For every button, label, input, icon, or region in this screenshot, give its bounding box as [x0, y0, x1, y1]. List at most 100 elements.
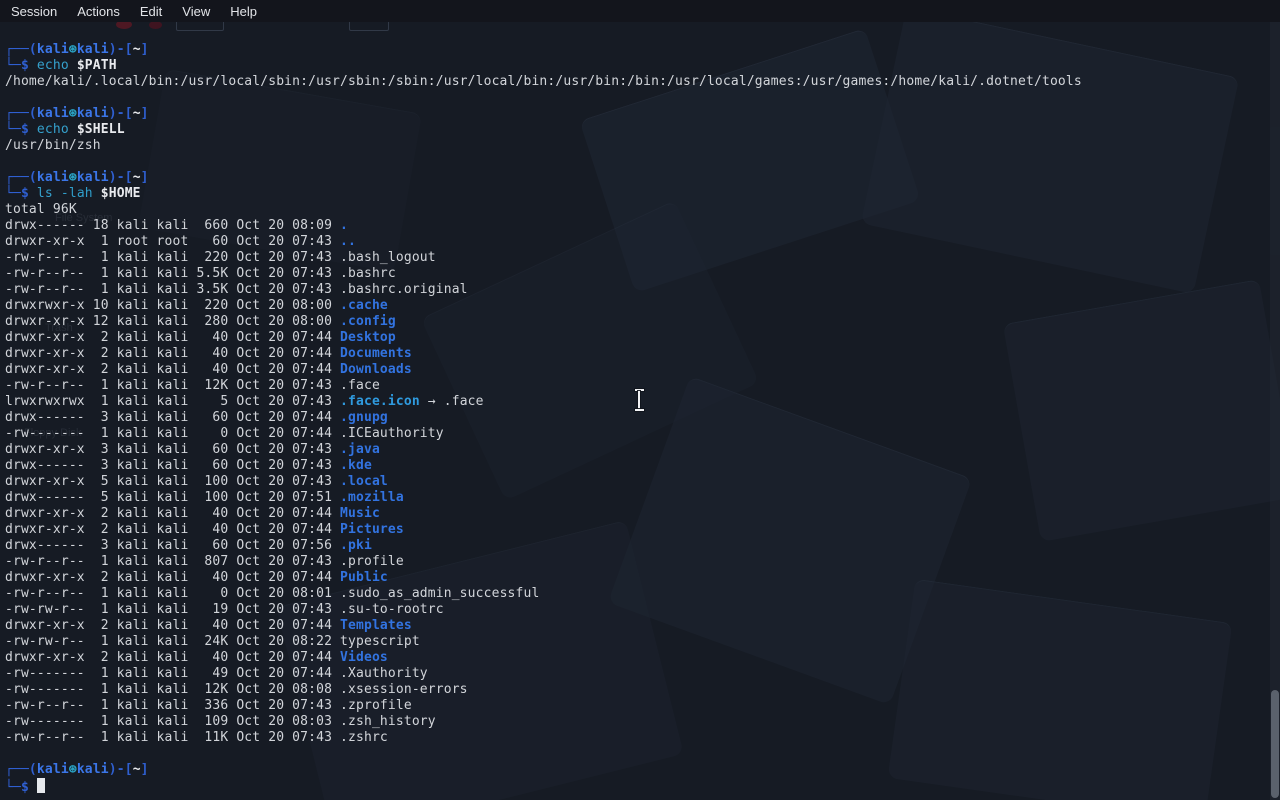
menu-bar: Session Actions Edit View Help	[0, 0, 1280, 22]
prompt-separator: ⊛	[69, 762, 77, 777]
listing-row: drwxr-xr-x 2 kali kali 40 Oct 20 07:44 D…	[5, 346, 1280, 362]
file-meta: drwx------ 3 kali kali 60 Oct 20 07:56	[5, 538, 340, 553]
file-meta: drwx------ 18 kali kali 660 Oct 20 08:09	[5, 218, 340, 233]
file-meta: drwxr-xr-x 2 kali kali 40 Oct 20 07:44	[5, 618, 340, 633]
file-meta: lrwxrwxrwx 1 kali kali 5 Oct 20 07:43	[5, 394, 340, 409]
prompt-frame: ┌──(	[5, 170, 37, 185]
prompt-cwd: ~	[133, 106, 141, 121]
listing-row: -rw------- 1 kali kali 49 Oct 20 07:44 .…	[5, 666, 1280, 682]
dir-name: Public	[340, 570, 388, 585]
file-name: .profile	[340, 554, 404, 569]
prompt-frame: ]	[141, 106, 149, 121]
command-line: └─$ echo $PATH	[5, 58, 1280, 74]
menu-view[interactable]: View	[172, 2, 220, 21]
prompt-username: kali	[37, 170, 69, 185]
terminal-scrollbar[interactable]	[1270, 22, 1280, 800]
dir-name: .local	[340, 474, 388, 489]
command-segment: $PATH	[69, 58, 117, 73]
file-meta: drwx------ 3 kali kali 60 Oct 20 07:43	[5, 458, 340, 473]
dir-name: .pki	[340, 538, 372, 553]
command-segment: $HOME	[93, 186, 141, 201]
prompt-frame: ┌──(	[5, 762, 37, 777]
prompt-dollar: └─$	[5, 780, 29, 795]
scrollbar-thumb[interactable]	[1271, 690, 1279, 798]
listing-row: -rw------- 1 kali kali 109 Oct 20 08:03 …	[5, 714, 1280, 730]
listing-row: drwxr-xr-x 2 kali kali 40 Oct 20 07:44 P…	[5, 522, 1280, 538]
file-meta: drwx------ 5 kali kali 100 Oct 20 07:51	[5, 490, 340, 505]
prompt-line: ┌──(kali⊛kali)-[~]	[5, 170, 1280, 186]
listing-row: -rw-r--r-- 1 kali kali 11K Oct 20 07:43 …	[5, 730, 1280, 746]
command-line: └─$	[5, 778, 1280, 794]
dir-name: .gnupg	[340, 410, 388, 425]
listing-row: drwxr-xr-x 5 kali kali 100 Oct 20 07:43 …	[5, 474, 1280, 490]
file-meta: drwxr-xr-x 1 root root 60 Oct 20 07:43	[5, 234, 340, 249]
file-meta: -rw------- 1 kali kali 49 Oct 20 07:44	[5, 666, 340, 681]
prompt-frame: )-[	[109, 42, 133, 57]
dir-name: Desktop	[340, 330, 396, 345]
file-meta: -rw-r--r-- 1 kali kali 0 Oct 20 08:01	[5, 586, 340, 601]
prompt-line: ┌──(kali⊛kali)-[~]	[5, 106, 1280, 122]
listing-row: -rw-rw-r-- 1 kali kali 24K Oct 20 08:22 …	[5, 634, 1280, 650]
output-line: /home/kali/.local/bin:/usr/local/sbin:/u…	[5, 74, 1280, 90]
menu-session[interactable]: Session	[1, 2, 67, 21]
output-text: /usr/bin/zsh	[5, 138, 101, 153]
dir-name: .mozilla	[340, 490, 404, 505]
terminal-text	[29, 186, 37, 201]
file-name: .Xauthority	[340, 666, 428, 681]
menu-edit[interactable]: Edit	[130, 2, 172, 21]
desktop-screen: File System Trash Floppy Disk Session Ac…	[0, 0, 1280, 800]
file-meta: -rw-r--r-- 1 kali kali 5.5K Oct 20 07:43	[5, 266, 340, 281]
dir-name: ..	[340, 234, 356, 249]
command-segment: $SHELL	[69, 122, 125, 137]
prompt-frame: )-[	[109, 762, 133, 777]
prompt-separator: ⊛	[69, 106, 77, 121]
listing-row: -rw-r--r-- 1 kali kali 3.5K Oct 20 07:43…	[5, 282, 1280, 298]
listing-row: drwx------ 5 kali kali 100 Oct 20 07:51 …	[5, 490, 1280, 506]
command-segment: echo	[37, 58, 69, 73]
terminal-text	[29, 780, 37, 795]
listing-row: -rw-r--r-- 1 kali kali 0 Oct 20 08:01 .s…	[5, 586, 1280, 602]
file-meta: -rw-r--r-- 1 kali kali 807 Oct 20 07:43	[5, 554, 340, 569]
output-text: total 96K	[5, 202, 77, 217]
file-meta: -rw-r--r-- 1 kali kali 336 Oct 20 07:43	[5, 698, 340, 713]
listing-row: -rw-rw-r-- 1 kali kali 19 Oct 20 07:43 .…	[5, 602, 1280, 618]
file-meta: -rw-rw-r-- 1 kali kali 24K Oct 20 08:22	[5, 634, 340, 649]
listing-row: drwx------ 3 kali kali 60 Oct 20 07:44 .…	[5, 410, 1280, 426]
listing-row: drwx------ 3 kali kali 60 Oct 20 07:56 .…	[5, 538, 1280, 554]
file-meta: -rw-r--r-- 1 kali kali 12K Oct 20 07:43	[5, 378, 340, 393]
prompt-cwd: ~	[133, 170, 141, 185]
output-line: /usr/bin/zsh	[5, 138, 1280, 154]
file-name: .zprofile	[340, 698, 412, 713]
dir-name: Templates	[340, 618, 412, 633]
file-meta: drwxrwxr-x 10 kali kali 220 Oct 20 08:00	[5, 298, 340, 313]
prompt-dollar: └─$	[5, 58, 29, 73]
command-segment: ls	[37, 186, 53, 201]
prompt-username: kali	[37, 106, 69, 121]
ibeam-stem	[638, 391, 640, 409]
file-name: .ICEauthority	[340, 426, 444, 441]
terminal-viewport[interactable]: ┌──(kali⊛kali)-[~]└─$ echo $PATH/home/ka…	[0, 22, 1280, 800]
prompt-separator: ⊛	[69, 42, 77, 57]
command-segment: -lah	[53, 186, 93, 201]
listing-row: drwxr-xr-x 2 kali kali 40 Oct 20 07:44 M…	[5, 506, 1280, 522]
listing-row: -rw-r--r-- 1 kali kali 5.5K Oct 20 07:43…	[5, 266, 1280, 282]
listing-row: drwxrwxr-x 10 kali kali 220 Oct 20 08:00…	[5, 298, 1280, 314]
file-name: .zsh_history	[340, 714, 436, 729]
file-meta: drwxr-xr-x 5 kali kali 100 Oct 20 07:43	[5, 474, 340, 489]
listing-row: drwxr-xr-x 2 kali kali 40 Oct 20 07:44 V…	[5, 650, 1280, 666]
menu-help[interactable]: Help	[220, 2, 267, 21]
file-meta: drwxr-xr-x 2 kali kali 40 Oct 20 07:44	[5, 362, 340, 377]
listing-row: -rw-r--r-- 1 kali kali 220 Oct 20 07:43 …	[5, 250, 1280, 266]
mouse-ibeam-cursor	[633, 389, 646, 411]
file-meta: drwxr-xr-x 2 kali kali 40 Oct 20 07:44	[5, 346, 340, 361]
ibeam-bottom-serif	[635, 409, 644, 411]
command-segment: echo	[37, 122, 69, 137]
menu-actions[interactable]: Actions	[67, 2, 130, 21]
command-line: └─$ echo $SHELL	[5, 122, 1280, 138]
blank-line	[5, 90, 1280, 106]
text-cursor	[37, 778, 45, 793]
file-name: .sudo_as_admin_successful	[340, 586, 539, 601]
dir-name: .kde	[340, 458, 372, 473]
file-meta: -rw-r--r-- 1 kali kali 220 Oct 20 07:43	[5, 250, 340, 265]
listing-row: drwxr-xr-x 12 kali kali 280 Oct 20 08:00…	[5, 314, 1280, 330]
